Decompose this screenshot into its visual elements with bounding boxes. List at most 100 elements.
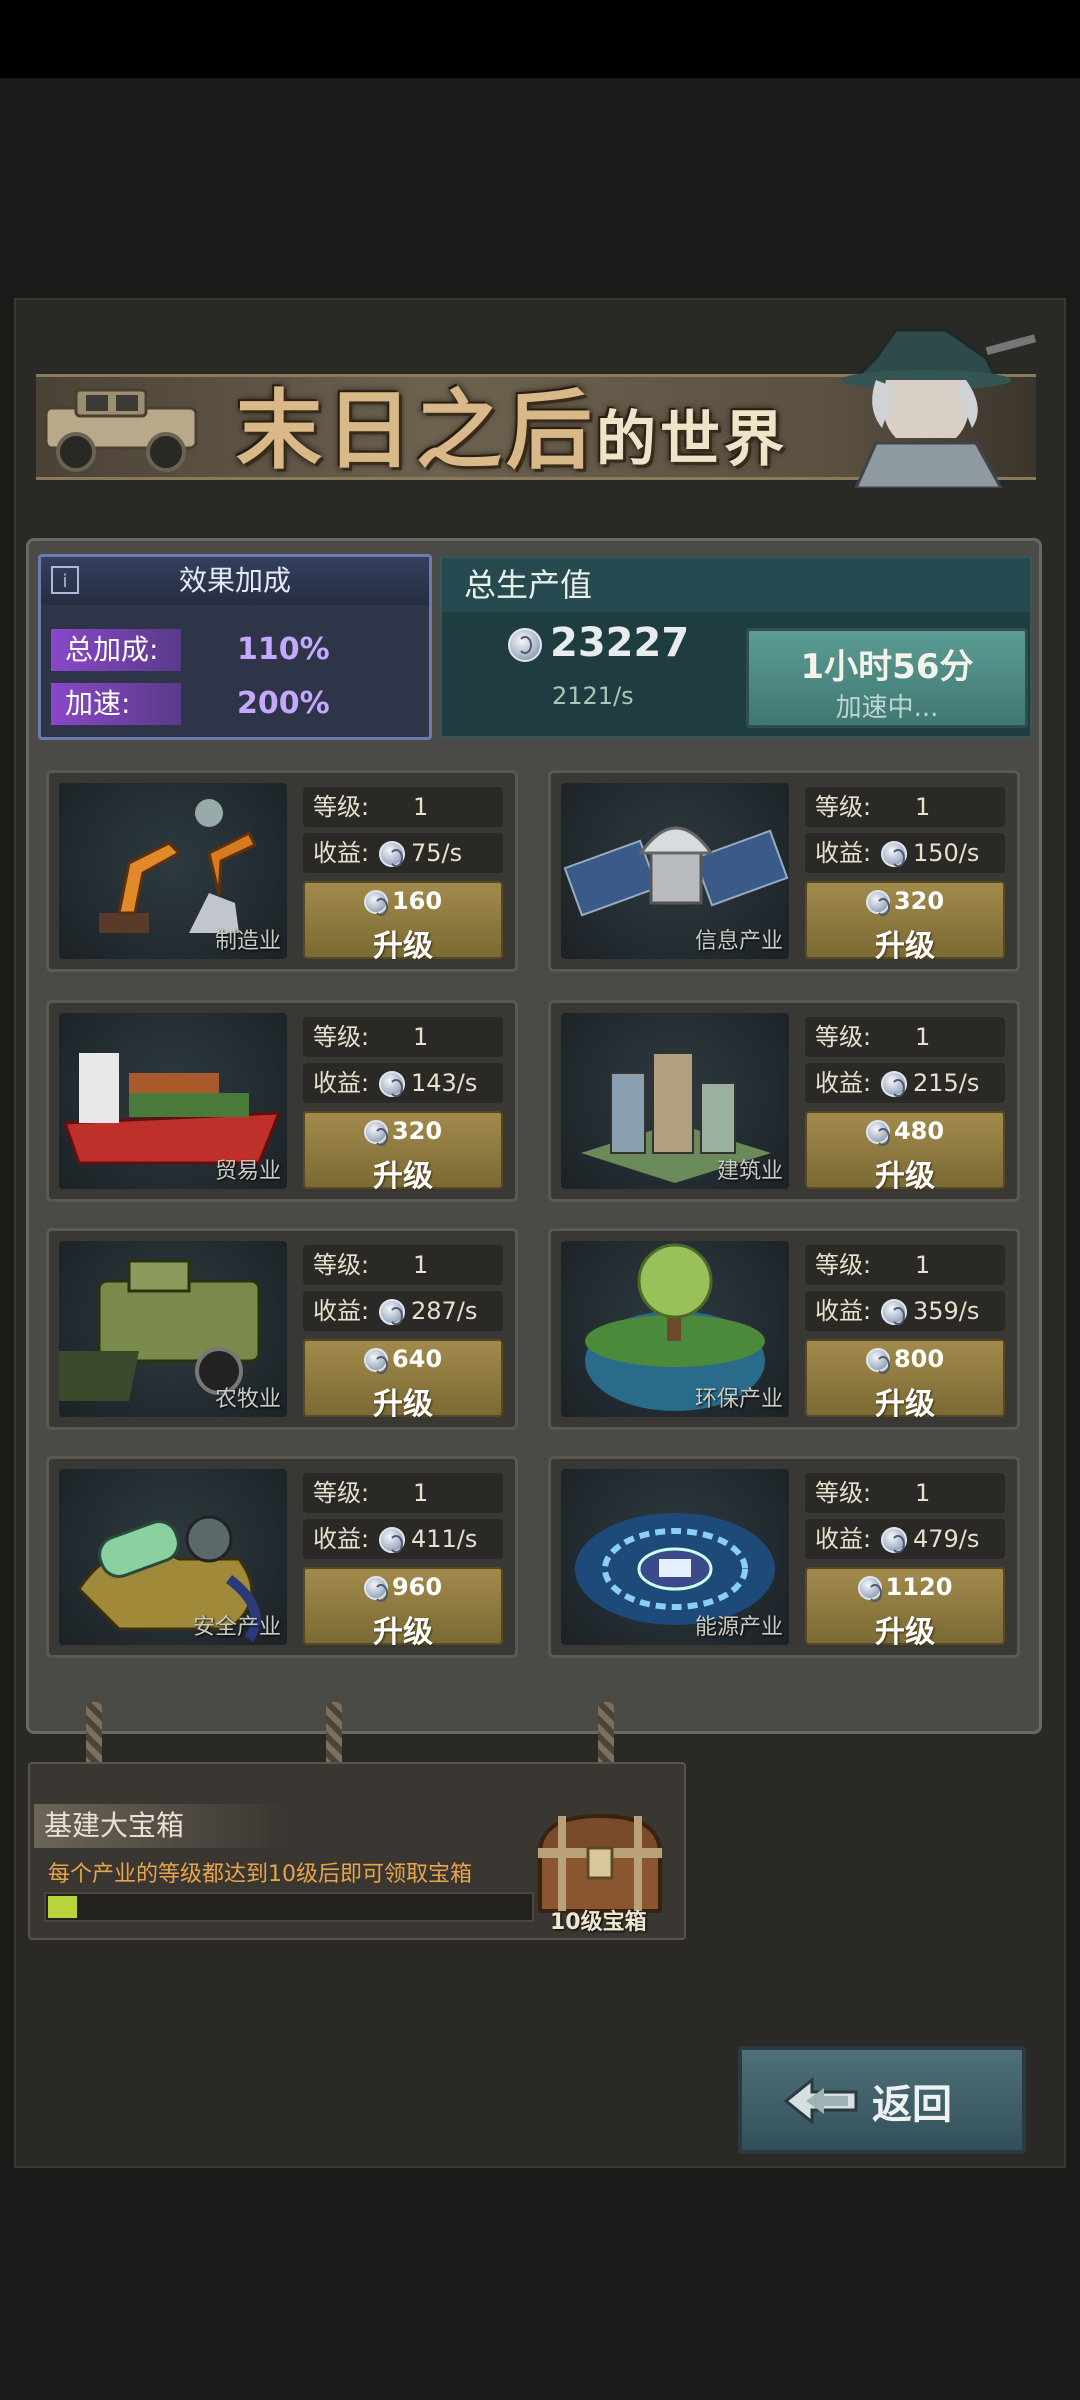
upgrade-cost: 800 (807, 1345, 1003, 1374)
income-row: 收益: 215/s (805, 1063, 1005, 1103)
industry-name: 制造业 (214, 929, 281, 954)
industry-card: 农牧业 等级: 1 收益: 287/s 640 升级 (46, 1228, 518, 1430)
banner-title-small: 的世界 (596, 405, 788, 475)
income-value-wrap: 75/s (379, 833, 462, 873)
chest-panel-title: 基建大宝箱 (34, 1804, 284, 1848)
income-value: 479/s (913, 1525, 980, 1553)
level-row: 等级: 1 (805, 787, 1005, 827)
upgrade-button[interactable]: 160 升级 (303, 881, 503, 964)
upgrade-button[interactable]: 1120 升级 (805, 1567, 1005, 1650)
upgrade-button[interactable]: 320 升级 (805, 881, 1005, 964)
upgrade-label: 升级 (373, 1615, 433, 1650)
coin-icon (363, 890, 388, 916)
speed-bonus-label: 加速: (51, 683, 181, 725)
income-label: 收益: (313, 1525, 370, 1553)
level-row: 等级: 1 (303, 1473, 503, 1513)
chest-progress-fill (48, 1896, 77, 1918)
upgrade-cost-value: 480 (893, 1117, 945, 1145)
coin-icon (881, 1527, 907, 1553)
income-row: 收益: 479/s (805, 1519, 1005, 1559)
level-label: 等级: (815, 1479, 872, 1507)
upgrade-cost: 480 (807, 1117, 1003, 1146)
level-row: 等级: 1 (805, 1245, 1005, 1285)
coin-icon (363, 1348, 388, 1374)
coin-icon (865, 1120, 890, 1146)
income-row: 收益: 75/s (303, 833, 503, 873)
income-value: 359/s (913, 1297, 980, 1325)
income-value: 411/s (411, 1525, 478, 1553)
upgrade-label: 升级 (373, 1159, 433, 1194)
upgrade-cost: 320 (807, 887, 1003, 916)
industry-art: 安全产业 (59, 1469, 287, 1645)
coin-icon (379, 1527, 405, 1553)
level-value: 1 (413, 1023, 429, 1051)
coin-icon (881, 1071, 907, 1097)
title-banner: 末日之后的世界 (36, 318, 1036, 488)
level-label: 等级: (815, 1251, 872, 1279)
industry-card: 环保产业 等级: 1 收益: 359/s 800 升级 (548, 1228, 1020, 1430)
level-label: 等级: (313, 1251, 370, 1279)
industry-art: 制造业 (59, 783, 287, 959)
coin-icon (857, 1576, 882, 1602)
level-row: 等级: 1 (805, 1017, 1005, 1057)
banner-title: 末日之后的世界 (236, 360, 788, 485)
total-bonus-value: 110% (237, 632, 330, 667)
upgrade-label: 升级 (373, 1387, 433, 1422)
level-value: 1 (915, 1479, 931, 1507)
back-button[interactable]: 返回 (738, 2046, 1026, 2154)
upgrade-label: 升级 (875, 1387, 935, 1422)
level-label: 等级: (313, 793, 370, 821)
upgrade-label: 升级 (875, 929, 935, 964)
boost-time: 1小时56分 (800, 647, 974, 687)
upgrade-label: 升级 (875, 1159, 935, 1194)
production-value: 23227 (508, 620, 689, 666)
boost-button[interactable]: 1小时56分 加速中... (746, 628, 1028, 728)
level-value: 1 (413, 793, 429, 821)
industry-card: 贸易业 等级: 1 收益: 143/s 320 升级 (46, 1000, 518, 1202)
upgrade-button[interactable]: 320 升级 (303, 1111, 503, 1194)
income-label: 收益: (313, 839, 370, 867)
income-value-wrap: 143/s (379, 1063, 477, 1103)
industry-name: 安全产业 (192, 1615, 281, 1640)
industry-art: 信息产业 (561, 783, 789, 959)
upgrade-cost: 1120 (807, 1573, 1003, 1602)
industry-name: 信息产业 (694, 929, 783, 954)
level-label: 等级: (815, 793, 872, 821)
chest-label: 10级宝箱 (550, 1910, 647, 1935)
infrastructure-chest-panel: 基建大宝箱 每个产业的等级都达到10级后即可领取宝箱 10级宝箱 (28, 1762, 686, 1940)
income-label: 收益: (313, 1069, 370, 1097)
income-value-wrap: 411/s (379, 1519, 477, 1559)
upgrade-button[interactable]: 640 升级 (303, 1339, 503, 1422)
industry-art: 建筑业 (561, 1013, 789, 1189)
speed-bonus-row: 加速: 200% (51, 679, 411, 729)
level-value: 1 (915, 793, 931, 821)
boost-status: 加速中... (835, 693, 939, 723)
industry-name: 环保产业 (694, 1387, 783, 1412)
industry-card: 安全产业 等级: 1 收益: 411/s 960 升级 (46, 1456, 518, 1658)
income-label: 收益: (815, 1069, 872, 1097)
income-label: 收益: (815, 1297, 872, 1325)
upgrade-button[interactable]: 960 升级 (303, 1567, 503, 1650)
coin-icon (379, 1071, 405, 1097)
income-value-wrap: 479/s (881, 1519, 979, 1559)
industry-card: 能源产业 等级: 1 收益: 479/s 1120 升级 (548, 1456, 1020, 1658)
level-value: 1 (413, 1251, 429, 1279)
bonus-box: i 效果加成 总加成: 110% 加速: 200% (38, 554, 432, 740)
coin-icon (881, 841, 907, 867)
coin-icon (865, 1348, 890, 1374)
level-value: 1 (413, 1479, 429, 1507)
production-header: 总生产值 (442, 558, 1030, 612)
income-row: 收益: 143/s (303, 1063, 503, 1103)
treasure-chest-icon[interactable] (530, 1808, 670, 1918)
upgrade-cost-value: 320 (391, 1117, 443, 1145)
bonus-header-label: 效果加成 (178, 564, 291, 597)
income-value: 215/s (913, 1069, 980, 1097)
upgrade-cost: 640 (305, 1345, 501, 1374)
info-icon[interactable]: i (51, 566, 79, 594)
upgrade-button[interactable]: 480 升级 (805, 1111, 1005, 1194)
upgrade-cost-value: 1120 (885, 1573, 953, 1601)
level-row: 等级: 1 (303, 1245, 503, 1285)
level-label: 等级: (313, 1023, 370, 1051)
upgrade-button[interactable]: 800 升级 (805, 1339, 1005, 1422)
speed-bonus-value: 200% (237, 686, 330, 721)
